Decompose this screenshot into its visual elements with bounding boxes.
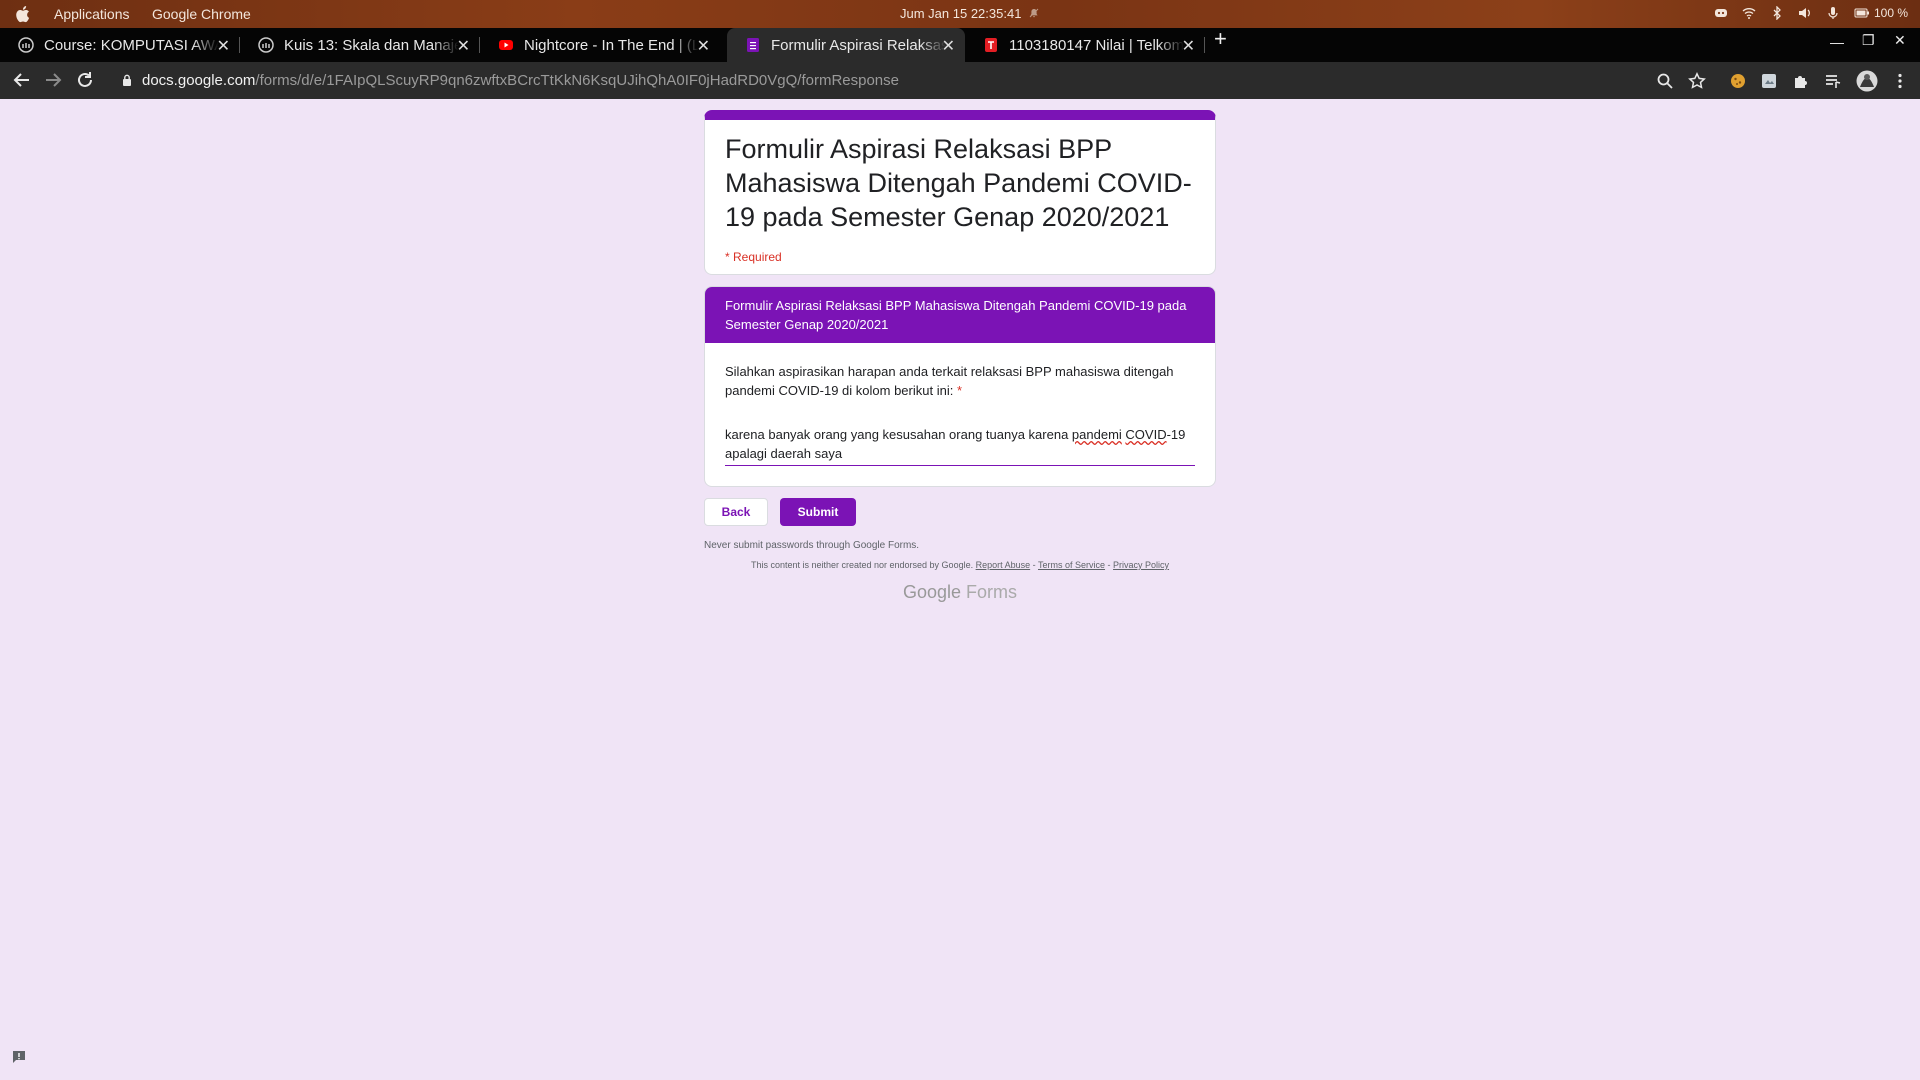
- dash-separator: -: [1105, 560, 1114, 570]
- close-tab-icon[interactable]: ✕: [942, 36, 955, 56]
- battery-indicator[interactable]: 100 %: [1854, 6, 1908, 20]
- browser-toolbar: docs.google.com/forms/d/e/1FAIpQLScuyRP9…: [0, 62, 1920, 99]
- tab-title: 1103180147 Nilai | Telkom: [1009, 36, 1184, 54]
- question-text: Silahkan aspirasikan harapan anda terkai…: [725, 362, 1195, 400]
- moodle-icon: [18, 37, 34, 53]
- notification-bell-icon: [1030, 8, 1039, 18]
- tab-course-komputasi[interactable]: Course: KOMPUTASI AWAN ✕: [0, 28, 240, 62]
- lock-icon[interactable]: [122, 74, 132, 86]
- privacy-policy-link[interactable]: Privacy Policy: [1113, 560, 1169, 570]
- tab-title: Course: KOMPUTASI AWAN: [44, 36, 219, 54]
- question-label: Silahkan aspirasikan harapan anda terkai…: [725, 364, 1174, 398]
- new-tab-button[interactable]: +: [1214, 26, 1227, 52]
- bookmark-star-icon[interactable]: [1688, 72, 1706, 90]
- close-tab-icon[interactable]: ✕: [697, 36, 710, 56]
- apple-icon[interactable]: [14, 5, 30, 23]
- youtube-icon: [498, 37, 514, 53]
- chrome-menu-icon[interactable]: [1891, 72, 1909, 90]
- forward-arrow-icon[interactable]: [43, 70, 63, 90]
- bluetooth-icon[interactable]: [1770, 6, 1784, 20]
- moodle-icon: [258, 37, 274, 53]
- screenshot-extension-icon[interactable]: [1760, 72, 1778, 90]
- logo-google-text: Google: [902, 582, 962, 602]
- system-tray: 100 %: [1714, 6, 1908, 20]
- form-title: Formulir Aspirasi Relaksasi BPP Mahasisw…: [725, 134, 1192, 232]
- close-tab-icon[interactable]: ✕: [1182, 36, 1195, 56]
- back-arrow-icon[interactable]: [12, 70, 32, 90]
- google-forms-logo[interactable]: Google Forms: [704, 582, 1216, 603]
- required-note: * Required: [725, 250, 782, 264]
- discord-icon[interactable]: [1714, 6, 1728, 20]
- microphone-icon[interactable]: [1826, 6, 1840, 20]
- close-tab-icon[interactable]: ✕: [457, 36, 470, 56]
- battery-percent: 100 %: [1873, 6, 1908, 20]
- browser-tab-strip: Course: KOMPUTASI AWAN ✕ Kuis 13: Skala …: [0, 26, 1920, 62]
- media-queue-icon[interactable]: [1824, 72, 1842, 90]
- form-page: Formulir Aspirasi Relaksasi BPP Mahasisw…: [0, 99, 1920, 1080]
- google-forms-icon: [745, 37, 761, 53]
- minimize-window-button[interactable]: —: [1830, 34, 1844, 50]
- tab-nightcore[interactable]: Nightcore - In The End | (Lyrics) ✕: [480, 28, 720, 62]
- password-warning: Never submit passwords through Google Fo…: [704, 540, 920, 551]
- tab-nilai-telkom[interactable]: 1103180147 Nilai | Telkom ✕: [965, 28, 1205, 62]
- form-section-card: Formulir Aspirasi Relaksasi BPP Mahasisw…: [704, 286, 1216, 487]
- url-host: docs.google.com: [142, 72, 256, 89]
- tab-title: Kuis 13: Skala dan Manajemen: [284, 36, 459, 54]
- back-button[interactable]: Back: [704, 498, 768, 526]
- report-abuse-link[interactable]: Report Abuse: [976, 560, 1031, 570]
- tab-separator: [1204, 37, 1205, 53]
- answer-misspelled-word-covid[interactable]: COVID: [1125, 427, 1166, 442]
- answer-textarea[interactable]: karena banyak orang yang kesusahan orang…: [725, 425, 1195, 466]
- form-title-card: Formulir Aspirasi Relaksasi BPP Mahasisw…: [704, 110, 1216, 275]
- clock-text: Jum Jan 15 22:35:41: [900, 6, 1022, 21]
- answer-misspelled-word-pandemi[interactable]: pandemi: [1072, 427, 1122, 442]
- menu-google-chrome[interactable]: Google Chrome: [152, 6, 251, 22]
- disclaimer-text: This content is neither created nor endo…: [750, 560, 974, 570]
- tab-formulir-aspirasi[interactable]: Formulir Aspirasi Relaksasi BPP ✕: [727, 28, 965, 62]
- submit-button[interactable]: Submit: [780, 498, 856, 526]
- system-top-bar: Applications Google Chrome Jum Jan 15 22…: [0, 0, 1920, 28]
- terms-of-service-link[interactable]: Terms of Service: [1038, 560, 1105, 570]
- extensions-puzzle-icon[interactable]: [1792, 72, 1810, 90]
- tab-title: Formulir Aspirasi Relaksasi BPP: [771, 36, 946, 54]
- profile-avatar[interactable]: [1856, 70, 1878, 92]
- telkom-icon: [983, 37, 999, 53]
- section-header: Formulir Aspirasi Relaksasi BPP Mahasisw…: [705, 287, 1215, 343]
- url-path: /forms/d/e/1FAIpQLScuyRP9qn6zwftxBCrcTtK…: [255, 72, 899, 89]
- volume-icon[interactable]: [1798, 6, 1812, 20]
- tab-title: Nightcore - In The End | (Lyrics): [524, 36, 699, 54]
- report-problem-icon[interactable]: [11, 1049, 27, 1065]
- url-text: docs.google.com/forms/d/e/1FAIpQLScuyRP9…: [142, 72, 899, 89]
- dash-separator: -: [1030, 560, 1038, 570]
- answer-text-part1: karena banyak orang yang kesusahan orang…: [725, 427, 1072, 442]
- wifi-icon[interactable]: [1742, 6, 1756, 20]
- restore-window-button[interactable]: ❐: [1862, 32, 1875, 49]
- close-tab-icon[interactable]: ✕: [217, 36, 230, 56]
- battery-icon: [1854, 8, 1869, 18]
- zoom-search-icon[interactable]: [1656, 72, 1674, 90]
- close-window-button[interactable]: ✕: [1894, 32, 1906, 49]
- required-star: *: [956, 383, 963, 398]
- clock[interactable]: Jum Jan 15 22:35:41: [900, 6, 1039, 21]
- address-bar[interactable]: docs.google.com/forms/d/e/1FAIpQLScuyRP9…: [112, 66, 1692, 95]
- reload-icon[interactable]: [75, 70, 95, 90]
- menu-applications[interactable]: Applications: [54, 6, 130, 22]
- tab-kuis-13[interactable]: Kuis 13: Skala dan Manajemen ✕: [240, 28, 480, 62]
- disclaimer-footer: This content is neither created nor endo…: [704, 560, 1216, 570]
- logo-forms-text: Forms: [966, 582, 1018, 602]
- cookie-extension-icon[interactable]: [1729, 72, 1747, 90]
